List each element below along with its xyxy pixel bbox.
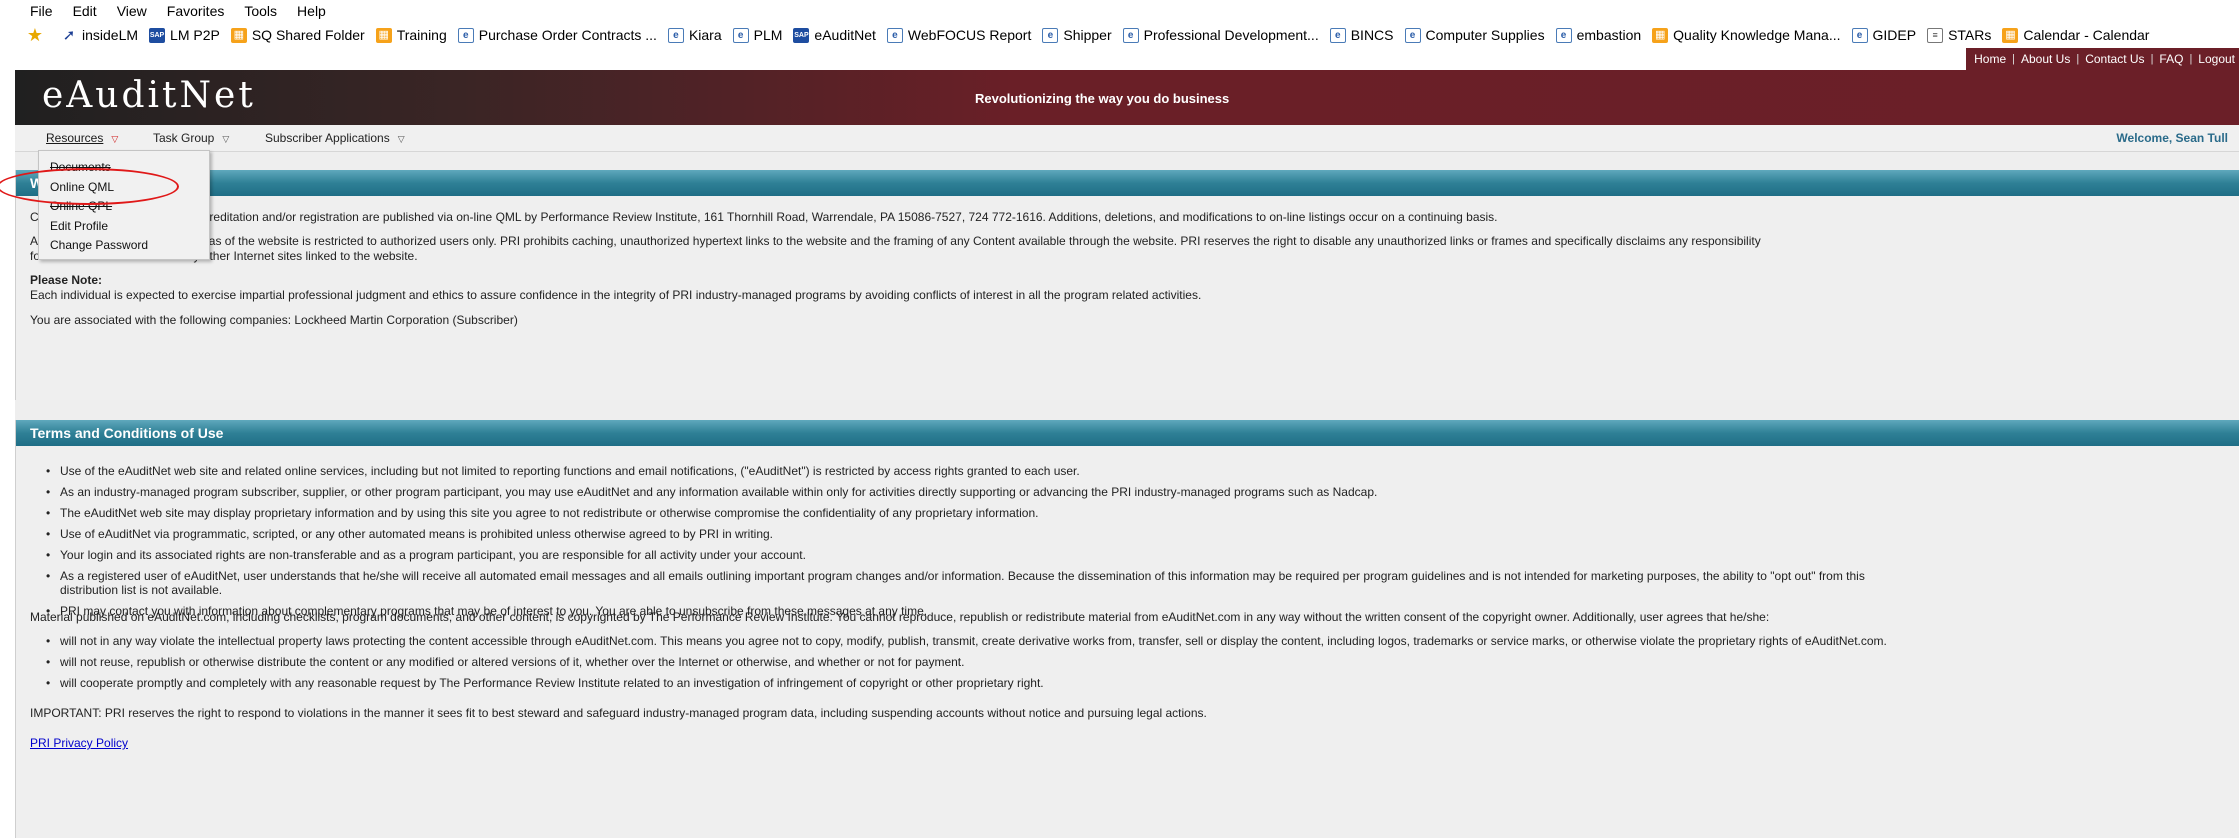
favorites-star-button[interactable]: ★	[25, 24, 50, 45]
nav-task-group[interactable]: Task Group ▽	[153, 131, 229, 145]
favorite-link[interactable]: ≡ STARs	[1927, 27, 1991, 43]
menu-file[interactable]: File	[30, 3, 53, 19]
home-link[interactable]: Home	[1974, 52, 2006, 66]
menu-edit[interactable]: Edit	[73, 3, 97, 19]
list-item: Use of the eAuditNet web site and relate…	[46, 464, 1865, 478]
link-separator: |	[2076, 53, 2080, 65]
ie-icon: e	[732, 27, 749, 43]
favorite-link[interactable]: e embastion	[1555, 27, 1641, 43]
list-item: As a registered user of eAuditNet, user …	[46, 569, 1865, 583]
chevron-down-icon: ▽	[397, 134, 405, 144]
favorite-link[interactable]: e Shipper	[1042, 27, 1112, 43]
dropdown-item-online-qpl[interactable]: Online QPL	[39, 197, 209, 217]
dropdown-item-edit-profile[interactable]: Edit Profile	[39, 217, 209, 237]
favorite-link[interactable]: e Computer Supplies	[1404, 27, 1545, 43]
logout-link[interactable]: Logout	[2198, 52, 2235, 66]
arrow-icon: ➚	[62, 26, 76, 44]
favorite-link[interactable]: e Purchase Order Contracts ...	[457, 27, 657, 43]
welcome-user: Welcome, Sean Tull	[2116, 131, 2228, 145]
chevron-down-icon: ▽	[222, 134, 230, 144]
terms-panel: Terms and Conditions of Use Use of the e…	[15, 420, 2239, 838]
main-nav: Resources ▽ Task Group ▽ Subscriber Applic…	[15, 125, 2239, 152]
access-info-text: A ord protected and/or secure areas of t…	[30, 234, 1761, 248]
copyright-list: will not in any way violate the intellec…	[46, 634, 1887, 697]
main-content: W C ance Review Institute (PRI) accredit…	[15, 152, 2239, 838]
ie-icon: e	[1329, 27, 1346, 43]
site-logo: eAuditNet	[42, 75, 256, 116]
dropdown-item-change-password[interactable]: Change Password	[39, 236, 209, 256]
favorite-link[interactable]: ▦ Calendar - Calendar	[2002, 27, 2149, 43]
favorite-link[interactable]: e GIDEP	[1851, 27, 1916, 43]
menu-favorites[interactable]: Favorites	[167, 3, 225, 19]
note-heading: Please Note:	[30, 273, 103, 287]
welcome-panel: W C ance Review Institute (PRI) accredit…	[15, 170, 2239, 400]
link-separator: |	[2189, 53, 2193, 65]
browser-menu-bar: File Edit View Favorites Tools Help	[0, 0, 2239, 22]
ie-icon: e	[886, 27, 903, 43]
company-association: You are associated with the following co…	[30, 313, 518, 327]
top-links: Home | About Us | Contact Us | FAQ | Logout	[1966, 48, 2239, 70]
resources-dropdown: Documents Online QML Online QPL Edit Pro…	[38, 150, 210, 260]
favorite-link[interactable]: e WebFOCUS Report	[886, 27, 1031, 43]
link-separator: |	[2012, 53, 2015, 65]
faq-link[interactable]: FAQ	[2159, 52, 2183, 66]
page-icon: ≡	[1927, 27, 1944, 43]
list-item: will cooperate promptly and completely w…	[46, 676, 1887, 690]
favorite-link[interactable]: SAP LM P2P	[149, 27, 220, 43]
link-separator: |	[2150, 53, 2154, 65]
header-banner: eAuditNet Revolutionizing the way you do…	[15, 70, 2239, 125]
ie-icon: e	[1555, 27, 1572, 43]
orange-page-icon: ▦	[230, 27, 247, 43]
dropdown-item-online-qml[interactable]: Online QML	[39, 178, 209, 198]
favorite-link[interactable]: e PLM	[732, 27, 782, 43]
site-tagline: Revolutionizing the way you do business	[975, 91, 1230, 106]
dropdown-item-documents[interactable]: Documents	[39, 158, 209, 178]
contact-us-link[interactable]: Contact Us	[2085, 52, 2144, 66]
ie-icon: e	[1851, 27, 1868, 43]
terms-list: Use of the eAuditNet web site and relate…	[46, 464, 1865, 625]
ie-icon: e	[1122, 27, 1139, 43]
list-item: The eAuditNet web site may display propr…	[46, 506, 1865, 520]
orange-page-icon: ▦	[2002, 27, 2019, 43]
privacy-policy-link[interactable]: PRI Privacy Policy	[30, 736, 128, 750]
list-item: As an industry-managed program subscribe…	[46, 485, 1865, 499]
welcome-panel-header: W	[16, 170, 2239, 196]
menu-view[interactable]: View	[117, 3, 147, 19]
list-item-cont: distribution list is not available.	[60, 583, 223, 597]
note-text: Each individual is expected to exercise …	[30, 288, 1202, 302]
list-item: Use of eAuditNet via programmatic, scrip…	[46, 527, 1865, 541]
favorite-link[interactable]: SAP eAuditNet	[793, 27, 876, 43]
sap-icon: SAP	[793, 27, 810, 43]
favorite-link[interactable]: ▦ Quality Knowledge Mana...	[1652, 27, 1841, 43]
menu-tools[interactable]: Tools	[244, 3, 277, 19]
favorite-link[interactable]: e BINCS	[1329, 27, 1394, 43]
favorite-link[interactable]: ➚ insideLM	[61, 27, 138, 43]
sap-icon: SAP	[149, 27, 166, 43]
list-item: will not reuse, republish or otherwise d…	[46, 655, 1887, 669]
favorite-link[interactable]: ▦ Training	[375, 27, 447, 43]
important-text: IMPORTANT: PRI reserves the right to res…	[30, 706, 1207, 720]
favorite-link[interactable]: ▦ SQ Shared Folder	[230, 27, 365, 43]
orange-page-icon: ▦	[1652, 27, 1669, 43]
favorites-bar: ★ ➚ insideLM SAP LM P2P ▦ SQ Shared Folder …	[0, 22, 2239, 48]
qml-info-text: C ance Review Institute (PRI) accreditat…	[30, 210, 1498, 224]
chevron-down-icon: ▽	[111, 134, 119, 144]
nav-subscriber-applications[interactable]: Subscriber Applications ▽	[265, 131, 405, 145]
menu-help[interactable]: Help	[297, 3, 326, 19]
ie-icon: e	[1404, 27, 1421, 43]
orange-page-icon: ▦	[375, 27, 392, 43]
ie-icon: e	[457, 27, 474, 43]
ie-icon: e	[1042, 27, 1059, 43]
about-us-link[interactable]: About Us	[2021, 52, 2070, 66]
ie-icon: e	[667, 27, 684, 43]
list-item: Your login and its associated rights are…	[46, 548, 1865, 562]
copyright-text: Material published on eAuditNet.com, inc…	[30, 610, 1770, 624]
terms-panel-header: Terms and Conditions of Use	[16, 420, 2239, 446]
nav-resources[interactable]: Resources ▽	[46, 131, 118, 145]
favorite-link[interactable]: e Professional Development...	[1122, 27, 1319, 43]
site-header: eAuditNet Revolutionizing the way you do…	[0, 48, 2239, 125]
favorite-link[interactable]: e Kiara	[667, 27, 722, 43]
star-icon: ★	[26, 24, 44, 45]
list-item: will not in any way violate the intellec…	[46, 634, 1887, 648]
